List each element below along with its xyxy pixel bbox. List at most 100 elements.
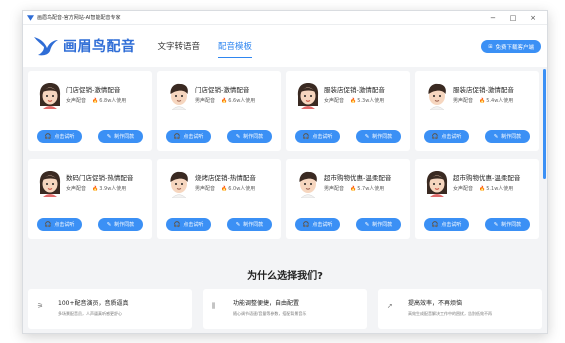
why-choose-heading: 为什么选择我们? [247,271,323,282]
template-name: 烧烤店促销-热情配音 [195,174,256,182]
male-avatar-icon [166,82,192,111]
headphones-icon: 🎧 [44,221,52,228]
fire-icon: 🔥 [479,186,486,192]
make-same-button[interactable]: ✎ 制作同款 [356,130,401,143]
male-avatar-icon [166,170,192,199]
template-name: 服装店促销-激情配音 [324,86,385,94]
template-card[interactable]: 服装店促销-激情配音 女声配音 🔥5.3w人使用 🎧 点击试听 ✎ 制作同款 [286,71,410,151]
make-same-button[interactable]: ✎ 制作同款 [485,218,530,231]
template-meta: 女声配音 🔥6.8w人使用 [66,97,126,104]
voice-type: 女声配音 [66,186,87,192]
headphones-icon: 🎧 [431,133,439,140]
download-client-button[interactable]: ⊞ 免费下载客户端 [481,40,541,53]
voice-type: 男声配音 [324,186,345,192]
feature-card: ➚ 提高效率，不再烦恼 高效生成配音解决工作中的困扰，告别低效不再 [378,289,542,329]
make-same-button[interactable]: ✎ 制作同款 [98,218,143,231]
fire-icon: 🔥 [92,186,99,192]
usage-count: 🔥5.4w人使用 [479,98,514,104]
headphones-icon: 🎧 [431,221,439,228]
fire-icon: 🔥 [479,98,486,104]
nav-voice-templates[interactable]: 配音模板 [218,38,253,58]
template-name: 超市购物优惠-温柔配音 [324,174,392,182]
minimize-button[interactable]: − [483,11,503,25]
feature-desc: 高效生成配音解决工作中的困扰，告别低效不再 [408,311,492,316]
template-name: 服装店促销-激情配音 [453,86,514,94]
template-card[interactable]: 数码门店促销-热情配音 女声配音 🔥3.9w人使用 🎧 点击试听 ✎ 制作同款 [28,159,152,239]
headphones-icon: 🎧 [44,133,52,140]
card-actions: 🎧 点击试听 ✎ 制作同款 [295,218,401,231]
female-avatar-icon [295,82,321,110]
card-actions: 🎧 点击试听 ✎ 制作同款 [166,218,272,231]
listen-button[interactable]: 🎧 点击试听 [166,218,211,231]
listen-button[interactable]: 🎧 点击试听 [37,130,82,143]
female-avatar-icon [37,170,63,198]
template-card[interactable]: 门店促销-激情配音 男声配音 🔥6.6w人使用 🎧 点击试听 ✎ 制作同款 [157,71,281,151]
brand-name: 画眉鸟配音 [63,39,136,55]
fire-icon: 🔥 [350,98,357,104]
usage-count: 🔥5.7w人使用 [350,186,385,192]
brand-logo[interactable]: 画眉鸟配音 [33,35,136,57]
headphones-icon: 🎧 [302,133,310,140]
edit-icon: ✎ [493,133,499,140]
usage-count: 🔥6.8w人使用 [92,98,127,104]
feature-card: ⫼ 功能调整便捷，自由配置 随心调节语速/音量等参数，搭配背景音乐 [203,289,367,329]
voice-type: 女声配音 [324,98,345,104]
template-card[interactable]: 服装店促销-激情配音 男声配音 🔥5.4w人使用 🎧 点击试听 ✎ 制作同款 [415,71,539,151]
feature-title: 提高效率，不再烦恼 [408,300,463,307]
feature-desc: 随心调节语速/音量等参数，搭配背景音乐 [233,311,307,316]
fire-icon: 🔥 [350,186,357,192]
female-avatar-icon [37,82,63,110]
template-card[interactable]: 烧烤店促销-热情配音 男声配音 🔥6.0w人使用 🎧 点击试听 ✎ 制作同款 [157,159,281,239]
make-same-button[interactable]: ✎ 制作同款 [98,130,143,143]
app-logo-icon [27,14,34,21]
nav-text-to-speech[interactable]: 文字转语音 [158,38,201,54]
usage-count: 🔥3.9w人使用 [92,186,127,192]
scrollbar-thumb[interactable] [543,69,546,179]
listen-button[interactable]: 🎧 点击试听 [424,130,469,143]
close-button[interactable]: × [523,11,543,25]
template-meta: 女声配音 🔥5.1w人使用 [453,185,513,192]
title-bar: 画眉鸟配音-官方网站-AI智能配音专家 − □ × [23,11,547,25]
headphones-icon: 🎧 [302,221,310,228]
app-window: 画眉鸟配音-官方网站-AI智能配音专家 − □ × 画眉鸟配音 文字转语音 配音… [22,10,548,334]
sliders-icon: ⫼ [212,302,216,310]
edit-icon: ✎ [235,133,241,140]
template-card[interactable]: 门店促销-激情配音 女声配音 🔥6.8w人使用 🎧 点击试听 ✎ 制作同款 [28,71,152,151]
make-same-button[interactable]: ✎ 制作同款 [227,130,272,143]
template-card[interactable]: 超市购物优惠-温柔配音 女声配音 🔥5.1w人使用 🎧 点击试听 ✎ 制作同款 [415,159,539,239]
top-header: 画眉鸟配音 文字转语音 配音模板 ⊞ 免费下载客户端 [23,25,547,67]
feature-title: 100+配音演员，音质逼真 [58,300,129,307]
make-same-button[interactable]: ✎ 制作同款 [227,218,272,231]
male-avatar-icon [295,170,321,199]
usage-count: 🔥6.6w人使用 [221,98,256,104]
template-meta: 男声配音 🔥6.0w人使用 [195,185,255,192]
make-same-button[interactable]: ✎ 制作同款 [356,218,401,231]
download-client-label: 免费下载客户端 [495,44,534,51]
template-meta: 男声配音 🔥5.7w人使用 [324,185,384,192]
listen-button[interactable]: 🎧 点击试听 [37,218,82,231]
fire-icon: 🔥 [92,98,99,104]
make-same-button[interactable]: ✎ 制作同款 [485,130,530,143]
windows-icon: ⊞ [488,43,493,50]
headphones-icon: 🎧 [173,133,181,140]
maximize-button[interactable]: □ [503,11,523,25]
template-name: 门店促销-激情配音 [195,86,250,94]
rocket-icon: ➚ [387,302,393,310]
card-actions: 🎧 点击试听 ✎ 制作同款 [166,130,272,143]
listen-button[interactable]: 🎧 点击试听 [166,130,211,143]
fire-icon: 🔥 [221,186,228,192]
voice-type: 男声配音 [453,98,474,104]
card-actions: 🎧 点击试听 ✎ 制作同款 [37,130,143,143]
listen-button[interactable]: 🎧 点击试听 [295,130,340,143]
edit-icon: ✎ [106,221,112,228]
template-meta: 女声配音 🔥5.3w人使用 [324,97,384,104]
edit-icon: ✎ [493,221,499,228]
template-name: 数码门店促销-热情配音 [66,174,134,182]
edit-icon: ✎ [106,133,112,140]
listen-button[interactable]: 🎧 点击试听 [295,218,340,231]
card-actions: 🎧 点击试听 ✎ 制作同款 [37,218,143,231]
listen-button[interactable]: 🎧 点击试听 [424,218,469,231]
voice-type: 女声配音 [66,98,87,104]
feature-desc: 多场景配音员，人声逼真听感更舒心 [58,311,122,316]
template-card[interactable]: 超市购物优惠-温柔配音 男声配音 🔥5.7w人使用 🎧 点击试听 ✎ 制作同款 [286,159,410,239]
